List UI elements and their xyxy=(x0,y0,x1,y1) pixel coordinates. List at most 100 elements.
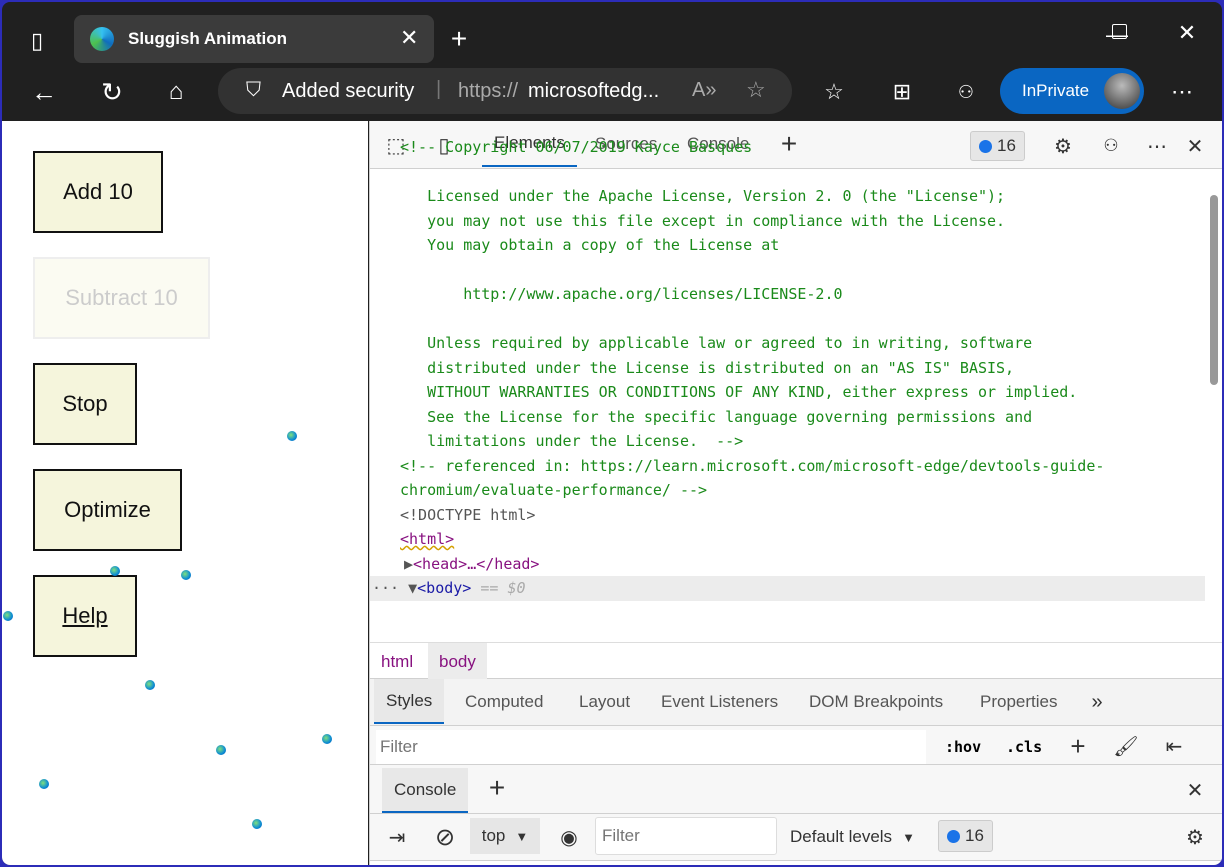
tab-event-listeners[interactable]: Event Listeners xyxy=(649,679,790,724)
comment-line xyxy=(370,160,1205,185)
add-drawer-tab-icon[interactable]: + xyxy=(482,772,512,803)
scrollbar-thumb[interactable] xyxy=(1210,195,1218,385)
hov-toggle[interactable]: :hov xyxy=(945,738,981,756)
new-rule-icon[interactable]: + xyxy=(1064,731,1092,761)
animated-logo xyxy=(216,745,226,755)
button-label: Subtract 10 xyxy=(65,285,178,310)
animated-logo xyxy=(3,611,13,621)
back-icon[interactable]: ← xyxy=(28,76,60,108)
more-tabs-icon[interactable]: » xyxy=(1082,687,1112,717)
doctype-node[interactable]: <!DOCTYPE html> xyxy=(370,503,1205,528)
console-issues-badge[interactable]: 16 xyxy=(938,820,993,852)
comment-line: <!-- referenced in: https://learn.micros… xyxy=(400,456,1105,475)
tab-properties[interactable]: Properties xyxy=(968,679,1069,724)
issues-count: 16 xyxy=(965,826,984,845)
edge-logo-icon xyxy=(90,27,114,51)
drawer-tabs: Console + ✕ xyxy=(370,765,1222,814)
drawer-tab-console[interactable]: Console xyxy=(382,768,469,813)
button-label: Stop xyxy=(62,391,108,416)
browser-window: ▯ Sluggish Animation ✕ + — ✕ ← ↻ ⌂ ⛉ Add… xyxy=(2,2,1222,865)
button-label: Optimize xyxy=(64,497,151,522)
head-node[interactable]: ▶<head>…</head> xyxy=(370,552,1205,577)
dropdown-icon: ▼ xyxy=(902,829,915,845)
clear-console-icon[interactable]: ⊘ xyxy=(430,822,460,852)
add-favorite-icon[interactable]: ☆ xyxy=(746,77,766,103)
read-aloud-icon[interactable]: A» xyxy=(692,79,716,102)
collapse-triangle-icon[interactable]: ··· ▼ xyxy=(372,579,417,597)
inprivate-button[interactable]: InPrivate xyxy=(1000,68,1144,114)
comment-line: Unless required by applicable law or agr… xyxy=(400,334,1033,352)
message-icon xyxy=(947,829,960,843)
sidebar-toggle-icon[interactable]: ▯ xyxy=(22,26,52,56)
comment-line: WITHOUT WARRANTIES OR CONDITIONS OF ANY … xyxy=(400,383,1078,401)
button-label: Add 10 xyxy=(63,179,133,204)
optimize-button[interactable]: Optimize xyxy=(33,469,182,551)
more-icon[interactable]: ⋯ xyxy=(1166,76,1198,108)
console-toolbar: ⇥ ⊘ top ▼ ◉ Default levels ▼ 16 ⚙ xyxy=(370,814,1222,861)
tab-computed[interactable]: Computed xyxy=(453,679,555,724)
devtools-panel: ⬚ ▯ Elements Sources Console + 16 ⚙ ⚇ ⋯ … xyxy=(369,121,1222,865)
close-window-icon[interactable]: ✕ xyxy=(1172,18,1202,48)
extensions-icon[interactable]: ⚇ xyxy=(950,76,982,108)
comment-line: http://www.apache.org/licenses/LICENSE-2… xyxy=(400,285,843,303)
paint-brush-icon[interactable]: 🖌 xyxy=(1112,732,1140,760)
console-filter-input[interactable] xyxy=(595,817,777,855)
new-tab-icon[interactable]: + xyxy=(444,23,474,54)
toggle-sidebar-icon[interactable]: ⇤ xyxy=(1160,732,1188,760)
context-value: top xyxy=(481,826,506,845)
home-icon[interactable]: ⌂ xyxy=(160,76,192,108)
add-10-button[interactable]: Add 10 xyxy=(33,151,163,233)
comment-line: <!-- Copyright 06/07/2019 Kayce Basques xyxy=(400,138,753,156)
shield-icon: ⛉ xyxy=(246,79,261,101)
animated-logo xyxy=(39,779,49,789)
subtract-10-button: Subtract 10 xyxy=(33,257,210,339)
collections-icon[interactable]: ⊞ xyxy=(886,76,918,108)
comment-line: limitations under the License. --> xyxy=(400,432,744,450)
tab-styles[interactable]: Styles xyxy=(374,679,445,724)
help-button[interactable]: Help xyxy=(33,575,137,657)
comment-line: distributed under the License is distrib… xyxy=(400,358,1015,377)
tab-layout[interactable]: Layout xyxy=(567,679,642,724)
breadcrumb-body[interactable]: body xyxy=(428,643,487,679)
body-tag: <body> xyxy=(417,579,472,597)
html-node[interactable]: <html> xyxy=(370,527,1205,552)
web-page: Add 10 Subtract 10 Stop Optimize Help xyxy=(2,121,368,865)
comment-line xyxy=(370,258,1205,283)
dropdown-icon: ▼ xyxy=(515,828,529,844)
expand-triangle-icon[interactable]: ▶ xyxy=(404,555,413,573)
close-drawer-icon[interactable]: ✕ xyxy=(1180,775,1210,805)
tab-label: Properties xyxy=(980,691,1058,711)
console-settings-icon[interactable]: ⚙ xyxy=(1180,822,1210,852)
cls-toggle[interactable]: .cls xyxy=(1006,738,1042,756)
scrollbar[interactable] xyxy=(1207,173,1221,639)
help-link[interactable]: Help xyxy=(62,603,107,629)
divider: | xyxy=(436,78,442,100)
security-label: Added security xyxy=(282,80,415,102)
inprivate-label: InPrivate xyxy=(1022,81,1090,100)
animated-logo xyxy=(252,819,262,829)
favorites-icon[interactable]: ☆ xyxy=(818,76,850,108)
animated-logo xyxy=(322,734,332,744)
comment-line: chromium/evaluate-performance/ --> xyxy=(400,481,708,499)
close-tab-icon[interactable]: ✕ xyxy=(400,25,418,51)
log-levels-select[interactable]: Default levels ▼ xyxy=(790,822,915,852)
tab-dom-breakpoints[interactable]: DOM Breakpoints xyxy=(797,679,955,724)
selected-indicator: == $0 xyxy=(480,579,526,597)
html-tag: <html> xyxy=(400,530,455,548)
address-bar[interactable]: ⛉ Added security | https:// microsoftedg… xyxy=(218,68,792,114)
maximize-icon[interactable] xyxy=(1112,24,1127,39)
browser-tab[interactable]: Sluggish Animation ✕ xyxy=(74,15,434,63)
console-sidebar-icon[interactable]: ⇥ xyxy=(382,822,412,852)
styles-tabs: Styles Computed Layout Event Listeners D… xyxy=(370,679,1222,726)
tab-label: Computed xyxy=(465,691,544,711)
body-node[interactable]: ··· ▼<body> == $0 xyxy=(370,576,1205,601)
tab-label: DOM Breakpoints xyxy=(809,691,944,711)
styles-filter-input[interactable] xyxy=(376,730,926,764)
stop-button[interactable]: Stop xyxy=(33,363,137,445)
head-tag: <head>…</head> xyxy=(413,554,540,573)
dom-tree: <!-- Copyright 06/07/2019 Kayce Basques … xyxy=(370,138,1205,601)
live-expression-icon[interactable]: ◉ xyxy=(554,822,584,852)
refresh-icon[interactable]: ↻ xyxy=(96,76,128,108)
context-select[interactable]: top ▼ xyxy=(470,818,540,854)
breadcrumb-html[interactable]: html xyxy=(370,643,424,679)
